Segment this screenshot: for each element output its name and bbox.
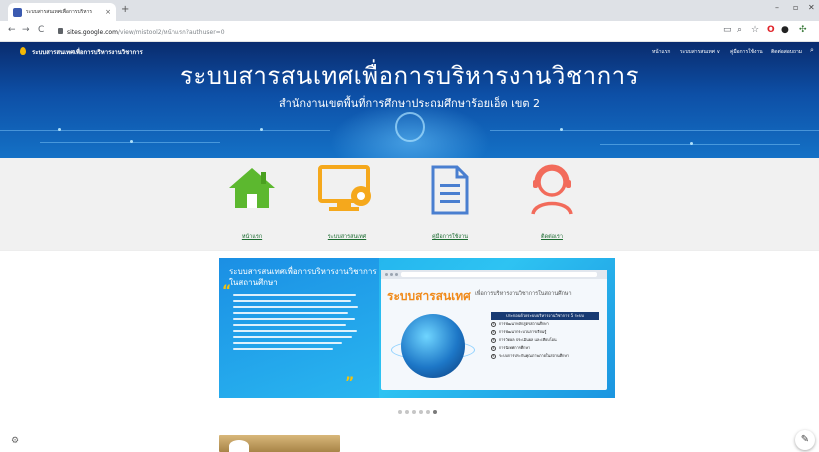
section-divider (0, 250, 819, 251)
home-icon (229, 168, 275, 208)
hero-circuit-line (490, 130, 819, 131)
carousel-dot[interactable] (426, 410, 430, 414)
url-field[interactable]: sites.google.com/view/mistool2/หน้าแรก?a… (67, 27, 225, 37)
site-header: ระบบสารสนเทศเพื่อการบริหารงานวิชาการ หน้… (0, 42, 819, 158)
mockup-toolbar (381, 270, 607, 279)
list-item: 2 การพัฒนากระบวนการเรียนรู้ (491, 329, 547, 335)
browser-tab[interactable]: ระบบสารสนเทศเพื่อการบริหาร × (8, 3, 116, 21)
quick-link-label: ติดต่อเรา (541, 234, 563, 240)
search-icon[interactable]: ⌕ (810, 46, 814, 55)
hero-node (58, 128, 61, 131)
hero-node (130, 140, 133, 143)
close-window-button[interactable]: ✕ (808, 4, 815, 12)
hero-circuit-line (0, 130, 330, 131)
reload-button[interactable]: C (38, 26, 44, 35)
zoom-icon[interactable]: ⌕ (737, 26, 742, 35)
nav-home[interactable]: หน้าแรก (652, 48, 670, 56)
quick-link-label: คู่มือการใช้งาน (432, 234, 468, 240)
new-tab-button[interactable]: + (121, 5, 129, 15)
list-item: 5 ระบบการประกันคุณภาพภายในสถานศึกษา (491, 353, 569, 359)
carousel-dot[interactable] (398, 410, 402, 414)
nav-info-system[interactable]: ระบบสารสนเทศ ∨ (680, 48, 720, 56)
settings-gear-icon[interactable]: ⚙ (11, 437, 19, 446)
forward-button[interactable]: → (22, 26, 30, 35)
mockup-brand: ระบบสารสนเทศ (387, 289, 471, 303)
nav-contact[interactable]: ติดต่อสอบถาม (771, 48, 802, 56)
quick-link-manual[interactable]: คู่มือการใช้งาน (410, 164, 490, 248)
hero-ring (395, 112, 425, 142)
lock-icon (58, 28, 63, 34)
carousel-dot[interactable] (419, 410, 423, 414)
site-favicon-icon (13, 7, 22, 17)
maximize-button[interactable]: ▫ (793, 4, 798, 12)
page-subtitle: สำนักงานเขตพื้นที่การศึกษาประถมศึกษาร้อย… (278, 97, 541, 110)
slide-text-panel: ระบบสารสนเทศเพื่อการบริหารงานวิชาการในสถ… (219, 258, 379, 398)
page-title: ระบบสารสนเทศเพื่อการบริหารงานวิชาการ (180, 62, 639, 90)
url-host: sites.google.com (67, 29, 118, 36)
minimize-button[interactable]: – (775, 4, 779, 12)
opera-extension-icon[interactable]: O (767, 26, 775, 35)
close-quote-icon: ” (345, 375, 355, 391)
quick-link-contact[interactable]: ติดต่อเรา (512, 164, 592, 248)
quick-link-home[interactable]: หน้าแรก (212, 164, 292, 248)
mockup-menu-title: ประกอบด้วยระบบบริหารงานวิชาการ 5 ระบบ (491, 312, 599, 320)
carousel-indicators (398, 410, 437, 414)
quick-links-band: หน้าแรก ระบบสารสนเทศ คู่มือการใช้งาน ติด… (0, 158, 819, 250)
quick-link-info-system[interactable]: ระบบสารสนเทศ (307, 164, 387, 248)
mockup-menu: ประกอบด้วยระบบบริหารงานวิชาการ 5 ระบบ 1ก… (491, 312, 599, 370)
quick-link-label: หน้าแรก (241, 234, 263, 240)
slide-body-text (233, 294, 361, 354)
next-section-graphic (229, 440, 249, 452)
list-item: 4 การนิเทศการศึกษา (491, 345, 531, 351)
globe-icon (401, 314, 465, 378)
slide-browser-mockup: ระบบสารสนเทศ เพื่อการบริหารงานวิชาการในส… (381, 270, 607, 390)
extension-icon[interactable]: ● (781, 26, 789, 35)
address-bar: ← → C sites.google.com/view/mistool2/หน้… (0, 21, 819, 42)
mockup-tagline: เพื่อการบริหารงานวิชาการในสถานศึกษา (475, 291, 572, 297)
hero-node (560, 128, 563, 131)
list-item: 3 การวัดผล ประเมินผล และเทียบโอน (491, 337, 557, 343)
back-button[interactable]: ← (8, 26, 16, 35)
monitor-gear-icon (318, 165, 371, 211)
support-agent-icon (531, 164, 573, 215)
site-logo-icon[interactable] (20, 47, 26, 55)
browser-tab-strip: ระบบสารสนเทศเพื่อการบริหาร × + – ▫ ✕ (0, 0, 819, 21)
carousel-dot[interactable] (405, 410, 409, 414)
carousel-slide[interactable]: ระบบสารสนเทศ เพื่อการบริหารงานวิชาการในสถ… (219, 258, 615, 398)
carousel-dot[interactable] (412, 410, 416, 414)
hero-circuit-line (600, 144, 800, 145)
hero-node (690, 142, 693, 145)
tab-title: ระบบสารสนเทศเพื่อการบริหาร (26, 9, 93, 15)
document-icon (431, 165, 469, 215)
close-tab-icon[interactable]: × (105, 8, 111, 16)
quick-link-label: ระบบสารสนเทศ (327, 234, 367, 240)
edit-pencil-button[interactable]: ✎ (795, 430, 815, 450)
hero-node (260, 128, 263, 131)
cast-icon[interactable]: ▭ (723, 26, 732, 35)
bookmark-star-icon[interactable]: ☆ (751, 26, 759, 35)
url-path: /view/mistool2/หน้าแรก?authuser=0 (117, 29, 225, 36)
puzzle-icon[interactable]: ✣ (799, 26, 807, 35)
open-quote-icon: “ (222, 283, 232, 299)
slide-headline: ระบบสารสนเทศเพื่อการบริหารงานวิชาการในสถ… (229, 267, 377, 287)
carousel-dot[interactable] (433, 410, 437, 414)
list-item: 1 การพัฒนาหลักสูตรสถานศึกษา (491, 321, 549, 327)
nav-manual[interactable]: คู่มือการใช้งาน (730, 48, 763, 56)
next-section-image (219, 435, 340, 452)
